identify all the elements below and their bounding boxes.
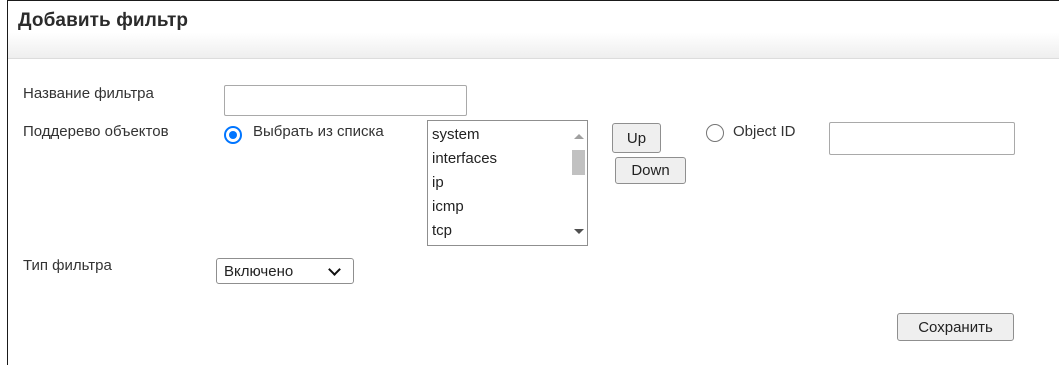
scroll-up-arrow-icon[interactable] (574, 134, 584, 139)
object-id-input[interactable] (829, 122, 1015, 155)
object-id-label[interactable]: Object ID (733, 123, 796, 140)
down-button[interactable]: Down (615, 157, 686, 184)
object-id-radio[interactable] (706, 124, 724, 142)
list-item[interactable]: tcp (432, 219, 497, 243)
filter-type-value: Включено (224, 263, 294, 280)
panel-header: Добавить фильтр (8, 1, 1059, 59)
subtree-label: Поддерево объектов (23, 123, 169, 140)
list-item[interactable]: icmp (432, 195, 497, 219)
save-button[interactable]: Сохранить (897, 313, 1014, 341)
listbox-items: system interfaces ip icmp tcp (432, 123, 497, 243)
filter-name-label: Название фильтра (23, 85, 154, 102)
page-title: Добавить фильтр (18, 10, 189, 31)
scroll-thumb[interactable] (572, 150, 585, 175)
subtree-listbox[interactable]: system interfaces ip icmp tcp (427, 120, 588, 246)
select-from-list-radio[interactable] (224, 126, 242, 144)
list-item[interactable]: ip (432, 171, 497, 195)
chevron-down-icon (328, 263, 341, 276)
select-from-list-label[interactable]: Выбрать из списка (253, 123, 384, 140)
filter-type-select[interactable]: Включено (216, 258, 354, 284)
scroll-down-arrow-icon[interactable] (574, 229, 584, 234)
list-item[interactable]: interfaces (432, 147, 497, 171)
filter-name-input[interactable] (224, 85, 467, 116)
listbox-scrollbar[interactable] (570, 121, 587, 245)
list-item[interactable]: system (432, 123, 497, 147)
filter-type-label: Тип фильтра (23, 257, 112, 274)
up-button[interactable]: Up (612, 123, 661, 153)
